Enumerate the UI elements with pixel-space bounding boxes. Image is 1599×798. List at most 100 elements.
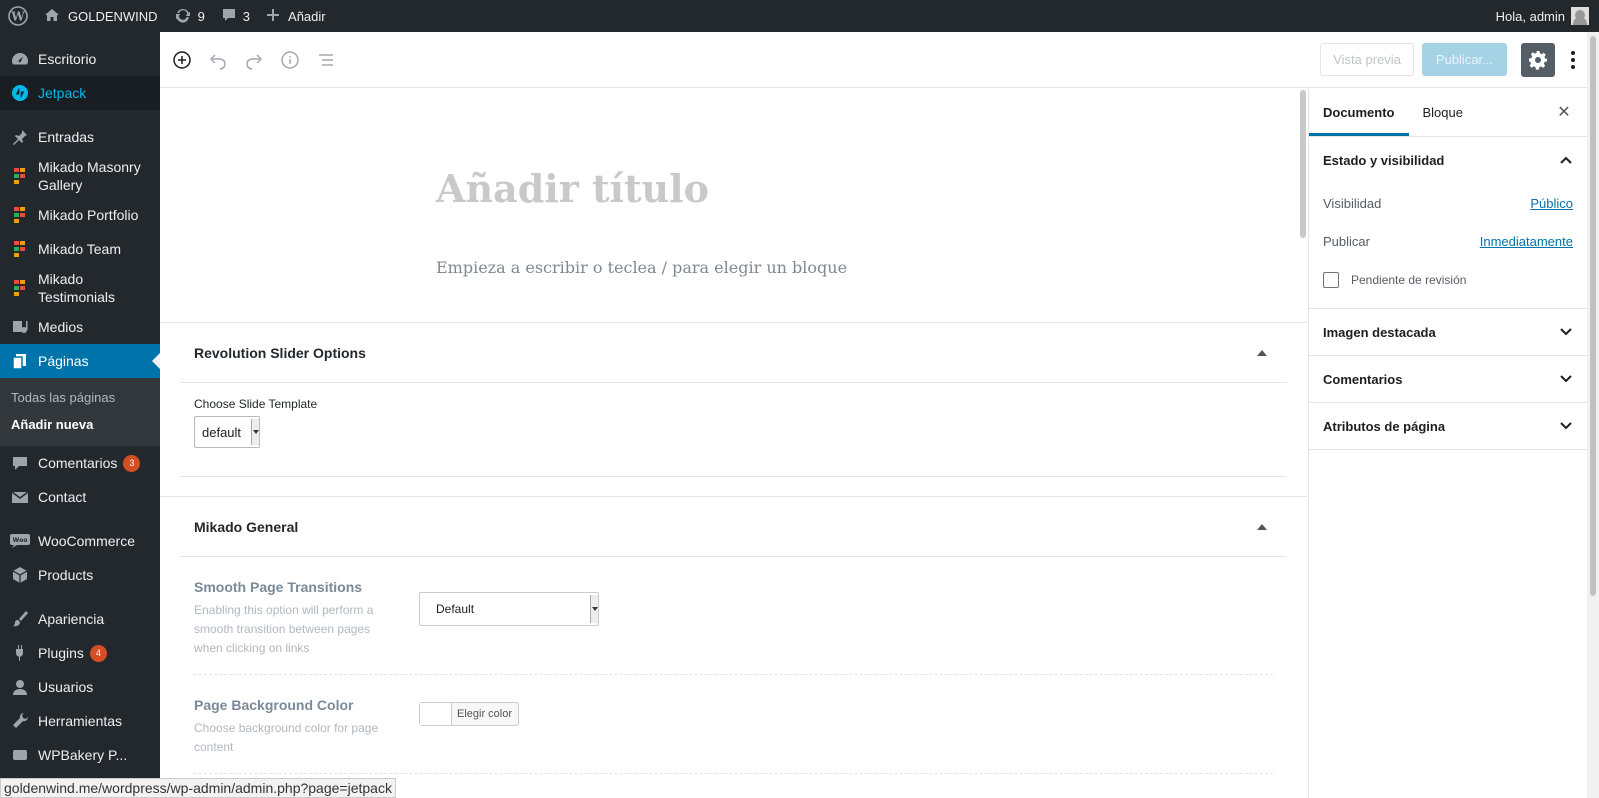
sidebar-item-entradas[interactable]: Entradas: [0, 120, 160, 154]
page-scrollbar[interactable]: [1587, 32, 1599, 798]
plus-icon: [266, 8, 280, 25]
sidebar-item-plugins[interactable]: Plugins 4: [0, 636, 160, 670]
redo-icon[interactable]: [236, 42, 272, 78]
tab-bloque[interactable]: Bloque: [1409, 88, 1477, 136]
sidebar-item-herramientas[interactable]: Herramientas: [0, 704, 160, 738]
box-icon: [10, 565, 30, 585]
post-title-input[interactable]: Añadir título: [436, 166, 709, 211]
sidebar-item-masonry-gallery[interactable]: Mikado Masonry Gallery: [0, 154, 160, 198]
revolution-heading: Revolution Slider Options: [194, 344, 366, 361]
mikado-icon: [10, 166, 30, 186]
sidebar-item-apariencia[interactable]: Apariencia: [0, 602, 160, 636]
comments-link[interactable]: 3: [213, 0, 258, 32]
updates-link[interactable]: 9: [166, 0, 213, 32]
chevron-down-icon: [1559, 325, 1573, 340]
mail-icon: [10, 487, 30, 507]
pages-submenu: Todas las páginas Añadir nueva: [0, 378, 160, 446]
visibility-label: Visibilidad: [1323, 195, 1382, 211]
sidebar-item-medios[interactable]: Medios: [0, 310, 160, 344]
mikado-icon: [10, 278, 30, 298]
submenu-all-pages[interactable]: Todas las páginas: [0, 384, 160, 411]
publish-button[interactable]: Publicar...: [1421, 43, 1507, 76]
block-appender[interactable]: Empieza a escribir o teclea / para elegi…: [436, 258, 847, 277]
svg-text:W: W: [10, 10, 25, 24]
collapse-arrow-icon[interactable]: [1257, 524, 1267, 530]
more-options-icon[interactable]: [1563, 50, 1583, 69]
editor-canvas: Añadir título Empieza a escribir o tecle…: [160, 88, 1307, 798]
option-page-background: Page Background Color Choose background …: [194, 675, 1273, 774]
status-visibility-panel: Estado y visibilidad Visibilidad Público…: [1309, 137, 1587, 309]
page-attributes-panel[interactable]: Atributos de página: [1309, 403, 1587, 450]
smooth-transitions-select[interactable]: Default: [419, 592, 599, 626]
woocommerce-icon: Woo: [10, 531, 30, 551]
admin-bar: W GOLDENWIND 9 3 Añadir Hola, admin: [0, 0, 1599, 32]
sidebar-item-jetpack[interactable]: Jetpack: [0, 76, 160, 110]
info-icon[interactable]: [272, 42, 308, 78]
editor-toolbar: Vista previa Publicar...: [160, 32, 1599, 88]
option-title: Smooth Page Transitions: [194, 579, 363, 595]
collapse-arrow-icon[interactable]: [1257, 350, 1267, 356]
comment-bubble-icon: [221, 7, 237, 26]
revolution-metabox-header[interactable]: Revolution Slider Options: [180, 323, 1287, 383]
updates-icon: [174, 7, 192, 26]
mikado-heading: Mikado General: [194, 518, 299, 535]
media-icon: [10, 317, 30, 337]
settings-tabs: Documento Bloque ✕: [1309, 88, 1587, 137]
pin-icon: [10, 127, 30, 147]
submenu-add-new[interactable]: Añadir nueva: [0, 411, 160, 438]
chevron-down-icon: [1559, 419, 1573, 434]
undo-icon[interactable]: [200, 42, 236, 78]
pending-review-checkbox[interactable]: [1323, 272, 1339, 288]
outline-list-icon[interactable]: [308, 42, 344, 78]
sidebar-item-mikado-portfolio[interactable]: Mikado Portfolio: [0, 198, 160, 232]
settings-gear-icon[interactable]: [1521, 42, 1555, 77]
add-new-link[interactable]: Añadir: [258, 0, 334, 32]
choose-color-button[interactable]: Elegir color: [419, 702, 519, 726]
sidebar-item-mikado-testimonials[interactable]: Mikado Testimonials: [0, 266, 160, 310]
sidebar-item-wpbakery[interactable]: WPBakery P...: [0, 738, 160, 772]
visibility-link[interactable]: Público: [1530, 196, 1573, 211]
sidebar-item-escritorio[interactable]: Escritorio: [0, 42, 160, 76]
jetpack-icon: [10, 83, 30, 103]
visibility-row: Visibilidad Público: [1309, 184, 1587, 222]
status-panel-header[interactable]: Estado y visibilidad: [1309, 137, 1587, 184]
slide-template-select[interactable]: default: [194, 416, 260, 448]
chevron-down-icon: [1559, 372, 1573, 387]
featured-image-panel[interactable]: Imagen destacada: [1309, 309, 1587, 356]
add-block-icon[interactable]: [164, 42, 200, 78]
site-name-link[interactable]: GOLDENWIND: [36, 0, 166, 32]
tab-documento[interactable]: Documento: [1309, 88, 1409, 136]
comments-badge: 3: [123, 454, 141, 472]
add-new-label: Añadir: [288, 8, 326, 24]
sidebar-item-comentarios[interactable]: Comentarios 3: [0, 446, 160, 480]
svg-text:Woo: Woo: [13, 537, 28, 544]
account-menu[interactable]: Hola, admin: [1488, 0, 1599, 32]
comments-panel[interactable]: Comentarios: [1309, 356, 1587, 403]
metaboxes: Revolution Slider Options Choose Slide T…: [160, 322, 1307, 774]
publish-date-link[interactable]: Inmediatamente: [1480, 234, 1573, 249]
home-icon: [44, 7, 60, 26]
browser-status-url: goldenwind.me/wordpress/wp-admin/admin.p…: [0, 778, 396, 798]
pending-review-label: Pendiente de revisión: [1351, 273, 1467, 287]
publish-row: Publicar Inmediatamente: [1309, 222, 1587, 260]
sidebar-item-contact[interactable]: Contact: [0, 480, 160, 514]
sidebar-item-products[interactable]: Products: [0, 558, 160, 592]
site-name: GOLDENWIND: [68, 8, 158, 24]
preview-button[interactable]: Vista previa: [1320, 43, 1414, 76]
sidebar-item-woocommerce[interactable]: Woo WooCommerce: [0, 524, 160, 558]
wordpress-logo-icon[interactable]: W: [0, 0, 36, 32]
dropdown-arrow-icon: [251, 419, 259, 445]
plugins-badge: 4: [89, 644, 107, 662]
mikado-metabox-header[interactable]: Mikado General: [180, 497, 1287, 557]
sidebar-item-mikado-team[interactable]: Mikado Team: [0, 232, 160, 266]
color-swatch: [420, 703, 452, 725]
wpbakery-icon: [10, 745, 30, 765]
chevron-up-icon: [1559, 153, 1573, 168]
user-icon: [10, 677, 30, 697]
sidebar-item-paginas[interactable]: Páginas: [0, 344, 160, 378]
greeting: Hola, admin: [1495, 8, 1565, 24]
revolution-metabox-body: Choose Slide Template default: [180, 383, 1287, 477]
sidebar-item-usuarios[interactable]: Usuarios: [0, 670, 160, 704]
avatar: [1571, 7, 1589, 25]
close-icon[interactable]: ✕: [1555, 103, 1573, 121]
